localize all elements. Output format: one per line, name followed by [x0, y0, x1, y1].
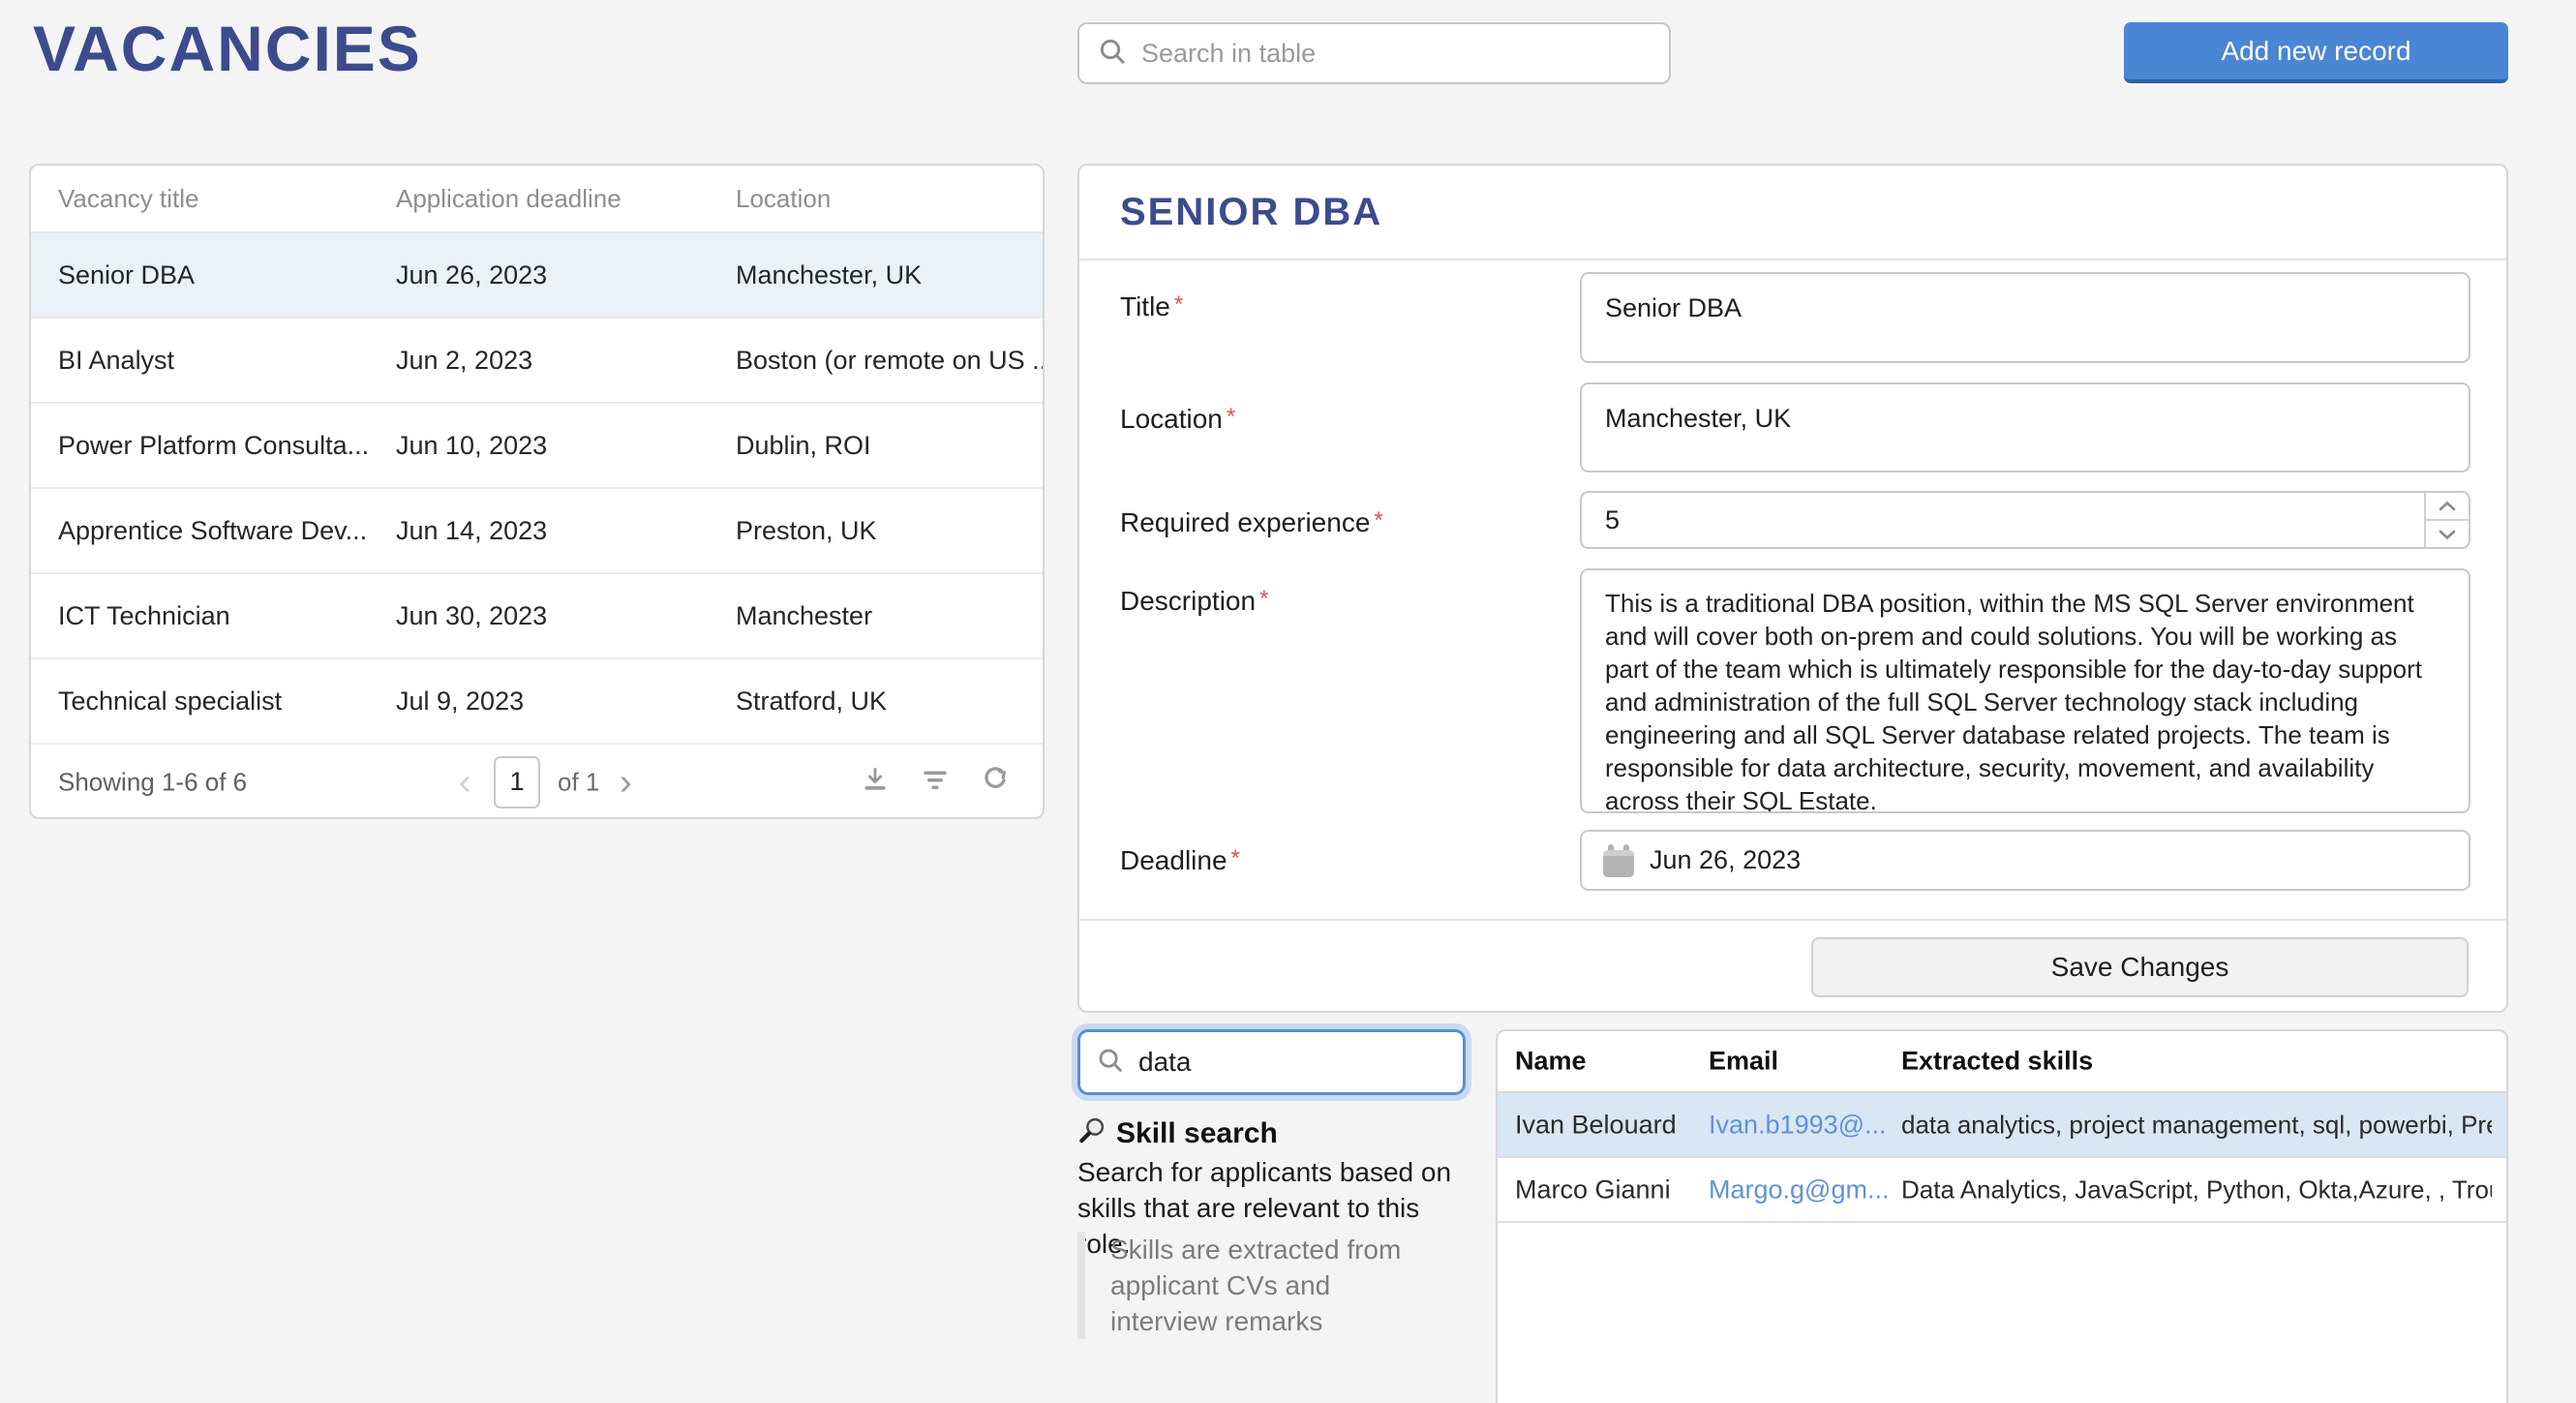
cell-vacancy-title: Technical specialist: [58, 686, 396, 717]
detail-title: SENIOR DBA: [1120, 191, 1382, 234]
applicants-table: Name Email Extracted skills Ivan Belouar…: [1496, 1029, 2508, 1403]
cell-vacancy-title: Senior DBA: [58, 260, 396, 290]
cell-vacancy-title: Power Platform Consulta...: [58, 431, 396, 461]
cell-deadline: Jun 26, 2023: [396, 260, 736, 290]
divider: [1079, 919, 2506, 921]
cell-location: Manchester: [736, 601, 1043, 631]
table-footer: Showing 1-6 of 6 ‹ 1 of 1 ›: [31, 745, 1043, 819]
skill-search-box[interactable]: data: [1077, 1029, 1466, 1095]
cell-deadline: Jun 14, 2023: [396, 516, 736, 546]
cell-deadline: Jun 10, 2023: [396, 431, 736, 461]
vacancies-table: Vacancy title Application deadline Locat…: [29, 164, 1045, 819]
magnifier-emoji-icon: [1077, 1115, 1106, 1152]
experience-field[interactable]: 5: [1580, 491, 2470, 549]
column-header-vacancy-title: Vacancy title: [58, 184, 396, 214]
cell-location: Dublin, ROI: [736, 431, 1043, 461]
page-count-label: of 1: [558, 767, 599, 797]
column-header-name: Name: [1515, 1047, 1699, 1077]
column-header-email: Email: [1709, 1047, 1893, 1077]
refresh-icon[interactable]: [981, 764, 1010, 800]
experience-value[interactable]: 5: [1582, 493, 2424, 547]
vacancies-table-header: Vacancy title Application deadline Locat…: [31, 166, 1043, 233]
cell-vacancy-title: Apprentice Software Dev...: [58, 516, 396, 546]
deadline-value: Jun 26, 2023: [1650, 845, 1801, 875]
column-header-extracted-skills: Extracted skills: [1901, 1047, 2492, 1077]
cell-location: Preston, UK: [736, 516, 1043, 546]
table-footer-actions: [861, 764, 1010, 800]
table-row[interactable]: Senior DBA Jun 26, 2023 Manchester, UK: [31, 233, 1043, 319]
search-input[interactable]: [1141, 39, 1652, 69]
cell-location: Manchester, UK: [736, 260, 1043, 290]
cell-deadline: Jun 2, 2023: [396, 346, 736, 376]
table-row[interactable]: Technical specialist Jul 9, 2023 Stratfo…: [31, 659, 1043, 745]
required-asterisk: *: [1374, 507, 1382, 534]
skill-search-heading: Skill search: [1077, 1115, 1278, 1152]
skill-search-note: Skills are extracted from applicant CVs …: [1077, 1232, 1438, 1339]
table-row[interactable]: Apprentice Software Dev... Jun 14, 2023 …: [31, 489, 1043, 574]
cell-deadline: Jul 9, 2023: [396, 686, 736, 717]
location-field-label: Location*: [1120, 404, 1235, 435]
required-asterisk: *: [1259, 586, 1268, 612]
page-number-input[interactable]: 1: [494, 756, 540, 808]
skill-search-query[interactable]: data: [1138, 1047, 1192, 1078]
title-field[interactable]: Senior DBA: [1580, 272, 2470, 363]
app-logo: VACANCIES: [33, 12, 422, 85]
search-icon: [1096, 1046, 1125, 1080]
table-search-box[interactable]: [1077, 22, 1671, 84]
stepper-up-button[interactable]: [2426, 493, 2469, 521]
cell-extracted-skills: Data Analytics, JavaScript, Python, Okta…: [1901, 1174, 2492, 1205]
search-icon: [1097, 36, 1128, 72]
cell-applicant-name: Ivan Belouard: [1515, 1110, 1699, 1140]
required-asterisk: *: [1227, 404, 1235, 430]
table-row[interactable]: BI Analyst Jun 2, 2023 Boston (or remote…: [31, 319, 1043, 404]
description-field[interactable]: This is a traditional DBA position, with…: [1580, 568, 2470, 813]
table-row[interactable]: Marco Gianni Margo.g@gm... Data Analytic…: [1498, 1158, 2506, 1223]
required-asterisk: *: [1231, 845, 1240, 871]
cell-location: Boston (or remote on US ...: [736, 346, 1043, 376]
deadline-field[interactable]: Jun 26, 2023: [1580, 830, 2470, 891]
prev-page-button[interactable]: ‹: [459, 764, 471, 801]
number-stepper: [2424, 493, 2469, 547]
next-page-button[interactable]: ›: [620, 764, 632, 801]
location-field[interactable]: Manchester, UK: [1580, 382, 2470, 473]
calendar-icon: [1603, 844, 1634, 877]
cell-applicant-name: Marco Gianni: [1515, 1174, 1699, 1205]
deadline-field-label: Deadline*: [1120, 845, 1240, 876]
save-changes-button[interactable]: Save Changes: [1811, 937, 2469, 997]
column-header-application-deadline: Application deadline: [396, 184, 736, 214]
filter-icon[interactable]: [921, 764, 950, 800]
cell-location: Stratford, UK: [736, 686, 1043, 717]
vacancy-detail-panel: SENIOR DBA Title* Senior DBA Location* M…: [1077, 164, 2508, 1013]
required-asterisk: *: [1174, 291, 1183, 318]
cell-vacancy-title: BI Analyst: [58, 346, 396, 376]
divider: [1079, 259, 2506, 260]
cell-vacancy-title: ICT Technician: [58, 601, 396, 631]
applicants-table-header: Name Email Extracted skills: [1498, 1031, 2506, 1093]
download-icon[interactable]: [861, 764, 890, 800]
table-row[interactable]: ICT Technician Jun 30, 2023 Manchester: [31, 574, 1043, 659]
experience-field-label: Required experience*: [1120, 507, 1383, 538]
app-screen: VACANCIES Add new record Vacancy title A…: [0, 0, 2576, 1403]
table-row[interactable]: Ivan Belouard Ivan.b1993@... data analyt…: [1498, 1093, 2506, 1158]
applicant-email-link[interactable]: Ivan.b1993@...: [1709, 1110, 1893, 1140]
add-new-record-button[interactable]: Add new record: [2124, 22, 2508, 83]
rows-count-label: Showing 1-6 of 6: [58, 767, 247, 797]
description-field-label: Description*: [1120, 586, 1268, 617]
cell-deadline: Jun 30, 2023: [396, 601, 736, 631]
title-field-label: Title*: [1120, 291, 1183, 322]
table-row[interactable]: Power Platform Consulta... Jun 10, 2023 …: [31, 404, 1043, 489]
stepper-down-button[interactable]: [2426, 521, 2469, 547]
applicant-email-link[interactable]: Margo.g@gm...: [1709, 1174, 1893, 1205]
column-header-location: Location: [736, 184, 1043, 214]
cell-extracted-skills: data analytics, project management, sql,…: [1901, 1110, 2492, 1140]
